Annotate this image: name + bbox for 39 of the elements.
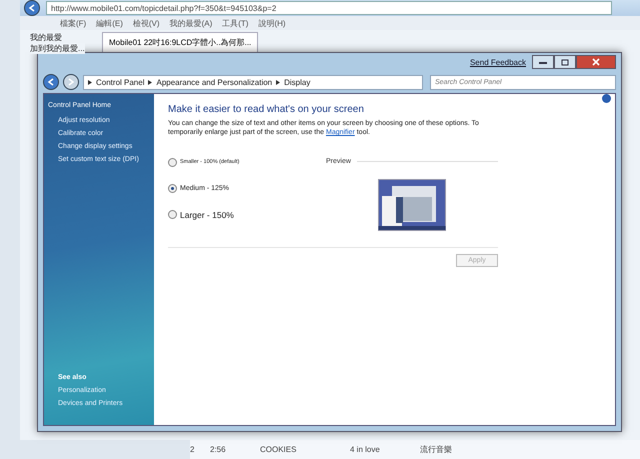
- send-feedback-link[interactable]: Send Feedback: [470, 58, 526, 66]
- close-button[interactable]: [576, 55, 616, 69]
- add-favorites-button[interactable]: 加到我的最愛...: [30, 43, 85, 54]
- track-genre: 流行音樂: [420, 444, 453, 455]
- track-time: 2:56: [210, 445, 227, 454]
- maximize-icon: [561, 58, 569, 66]
- favorites-button[interactable]: 我的最愛: [30, 32, 62, 43]
- address-field[interactable]: http://www.mobile01.com/topicdetail.php?f=350&t=945103&p=2: [46, 1, 612, 15]
- back-button[interactable]: [24, 0, 40, 16]
- close-icon: [592, 58, 600, 66]
- chevron-icon: [276, 80, 280, 84]
- breadcrumb-bar[interactable]: Control Panel Appearance and Personalization Display: [83, 74, 423, 90]
- maximize-button[interactable]: [554, 55, 576, 69]
- browser-tab[interactable]: Mobile01 22吋16:9LCD字體小..為何那...: [102, 32, 258, 52]
- breadcrumb-item[interactable]: Control Panel: [96, 78, 144, 86]
- size-option[interactable]: Larger - 150%: [168, 210, 308, 220]
- forward-button[interactable]: [63, 74, 79, 90]
- screen-preview-drawing: [378, 178, 446, 231]
- menu-item[interactable]: 編輯(E): [96, 18, 123, 28]
- minimize-button[interactable]: [532, 55, 554, 69]
- menu-item[interactable]: 我的最愛(A): [170, 18, 212, 28]
- minimize-icon: [539, 60, 547, 64]
- menu-item[interactable]: 工具(T): [222, 18, 248, 28]
- player-row[interactable]: 2 2:56 COOKIES 4 in love 流行音樂: [190, 440, 640, 459]
- radio-button[interactable]: [168, 158, 177, 167]
- track-album: 4 in love: [350, 445, 381, 454]
- chevron-icon: [88, 80, 92, 84]
- menu-item[interactable]: 說明(H): [258, 18, 286, 28]
- radio-button[interactable]: [168, 184, 177, 193]
- page-heading: Make it easier to read what's on your screen: [168, 104, 365, 115]
- track-number: 2: [190, 445, 196, 454]
- chevron-icon: [148, 80, 152, 84]
- menu-item[interactable]: 檔案(F): [60, 18, 86, 28]
- menu-item[interactable]: 檢視(V): [132, 18, 160, 28]
- radio-button[interactable]: [168, 210, 177, 220]
- back-button[interactable]: [43, 74, 59, 90]
- breadcrumb-item[interactable]: Display: [284, 78, 310, 86]
- track-artist: COOKIES: [260, 445, 298, 454]
- breadcrumb-item[interactable]: Appearance and Personalization: [156, 78, 272, 86]
